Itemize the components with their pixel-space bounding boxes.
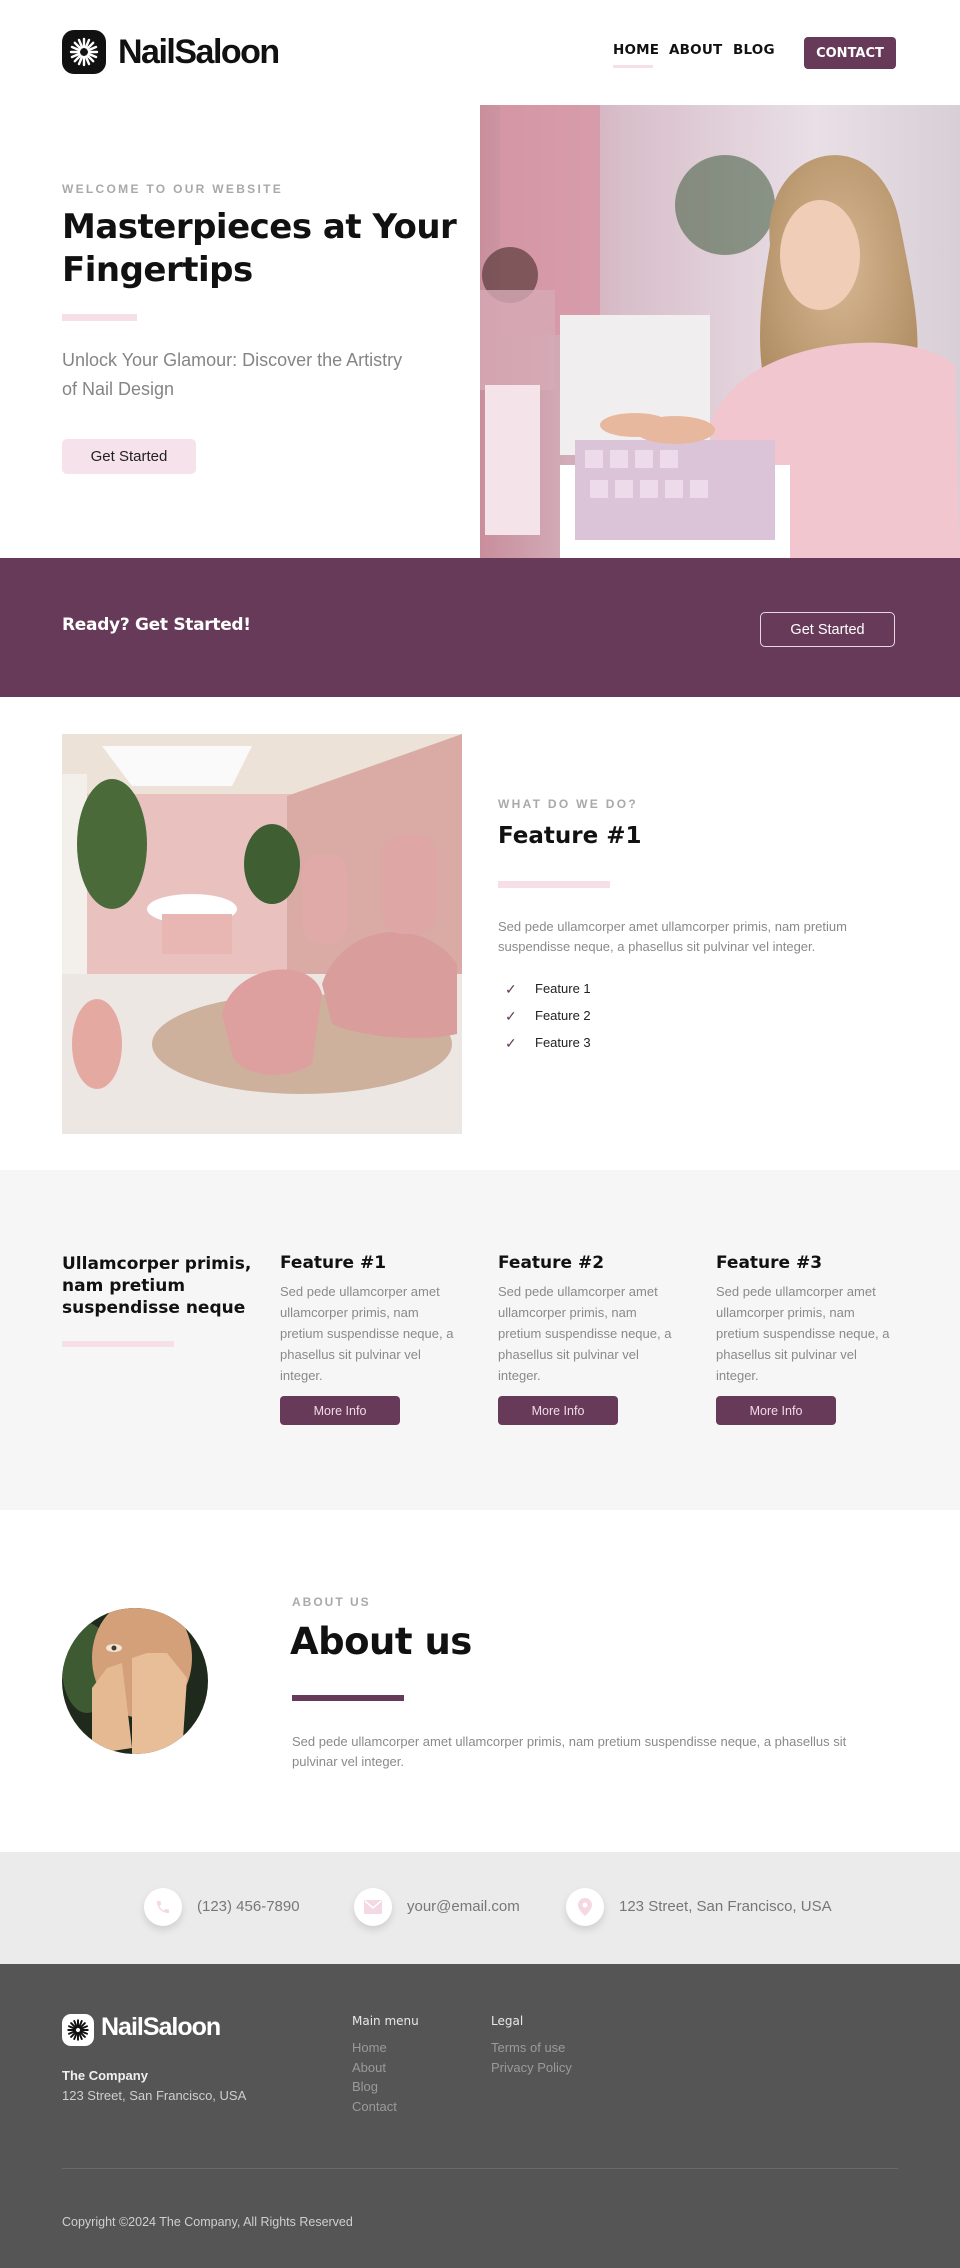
hero-get-started-button[interactable]: Get Started (62, 439, 196, 474)
cta-band-text: Ready? Get Started! (62, 615, 251, 635)
logo[interactable] (62, 30, 106, 74)
phone-icon (157, 1901, 169, 1913)
features-intro-heading: Ullamcorper primis, nam pretium suspendi… (62, 1254, 252, 1318)
contact-phone[interactable]: (123) 456-7890 (197, 1898, 300, 1915)
hero-title: Masterpieces at Your Fingertips (62, 206, 457, 292)
nav-home[interactable]: HOME (613, 42, 659, 58)
hero-title-line2: Fingertips (62, 250, 253, 290)
feature-list-item: ✓ Feature 3 (505, 1035, 591, 1051)
footer-legal-heading: Legal (491, 2014, 524, 2028)
feature-eyebrow: WHAT DO WE DO? (498, 797, 638, 811)
footer-brand-name[interactable]: NailSaloon (101, 2013, 221, 2042)
footer-link-blog[interactable]: Blog (352, 2079, 378, 2094)
more-info-button[interactable]: More Info (716, 1396, 836, 1425)
hero-image (480, 105, 960, 558)
feature-divider (498, 881, 610, 888)
feature-card-title: Feature #3 (716, 1253, 823, 1273)
features-grid-section: Ullamcorper primis, nam pretium suspendi… (0, 1170, 960, 1510)
phone-icon-badge (144, 1888, 182, 1926)
footer-logo[interactable] (62, 2014, 94, 2046)
hero-subtitle: Unlock Your Glamour: Discover the Artist… (62, 350, 403, 399)
footer-main-menu-heading: Main menu (352, 2014, 419, 2028)
feature-card-body: Sed pede ullamcorper amet ullamcorper pr… (498, 1284, 672, 1383)
about-image (62, 1608, 208, 1754)
sunburst-icon (67, 2019, 89, 2041)
about-title: About us (290, 1620, 472, 1663)
check-icon: ✓ (505, 981, 517, 997)
footer-link-contact[interactable]: Contact (352, 2099, 397, 2114)
site-footer: NailSaloon The Company 123 Street, San F… (0, 1964, 960, 2268)
nav-active-indicator (613, 65, 653, 68)
about-eyebrow: ABOUT US (292, 1595, 371, 1609)
footer-link-terms[interactable]: Terms of use (491, 2040, 565, 2055)
feature-card-title: Feature #1 (280, 1253, 387, 1273)
email-icon-badge (354, 1888, 392, 1926)
footer-link-home[interactable]: Home (352, 2040, 387, 2055)
feature-image (62, 734, 462, 1134)
features-intro-divider (62, 1341, 174, 1347)
site-header: NailSaloon HOME ABOUT BLOG CONTACT (0, 0, 960, 105)
about-divider (292, 1695, 404, 1701)
contact-email[interactable]: your@email.com (407, 1898, 520, 1915)
contact-button[interactable]: CONTACT (804, 37, 896, 69)
feature-list-item: ✓ Feature 1 (505, 981, 591, 997)
feature-card-body: Sed pede ullamcorper amet ullamcorper pr… (280, 1284, 454, 1383)
hero-title-line1: Masterpieces at Your (62, 207, 457, 247)
check-icon: ✓ (505, 1035, 517, 1051)
cta-band-get-started-button[interactable]: Get Started (760, 612, 895, 647)
feature-body: Sed pede ullamcorper amet ullamcorper pr… (498, 919, 847, 954)
cta-band: Ready? Get Started! Get Started (0, 558, 960, 697)
map-pin-icon (578, 1898, 592, 1916)
sunburst-icon (69, 37, 99, 67)
nav-about[interactable]: ABOUT (669, 42, 722, 58)
feature-list-item: ✓ Feature 2 (505, 1008, 591, 1024)
brand-name[interactable]: NailSaloon (118, 30, 280, 74)
feature-card-title: Feature #2 (498, 1253, 605, 1273)
more-info-button[interactable]: More Info (498, 1396, 618, 1425)
location-icon-badge (566, 1888, 604, 1926)
contact-address: 123 Street, San Francisco, USA (619, 1898, 832, 1915)
nav-blog[interactable]: BLOG (733, 42, 775, 58)
more-info-button[interactable]: More Info (280, 1396, 400, 1425)
check-icon: ✓ (505, 1008, 517, 1024)
copyright: Copyright ©2024 The Company, All Rights … (62, 2215, 353, 2229)
footer-address: 123 Street, San Francisco, USA (62, 2088, 247, 2103)
footer-link-privacy[interactable]: Privacy Policy (491, 2060, 572, 2075)
feature-title: Feature #1 (498, 823, 642, 849)
footer-link-about[interactable]: About (352, 2060, 386, 2075)
hero-divider (62, 314, 137, 321)
footer-company: The Company (62, 2068, 148, 2083)
feature-card-body: Sed pede ullamcorper amet ullamcorper pr… (716, 1284, 890, 1383)
footer-divider (62, 2168, 898, 2169)
hero-eyebrow: WELCOME TO OUR WEBSITE (62, 182, 284, 196)
envelope-icon (364, 1900, 382, 1914)
about-body: Sed pede ullamcorper amet ullamcorper pr… (292, 1734, 847, 1769)
